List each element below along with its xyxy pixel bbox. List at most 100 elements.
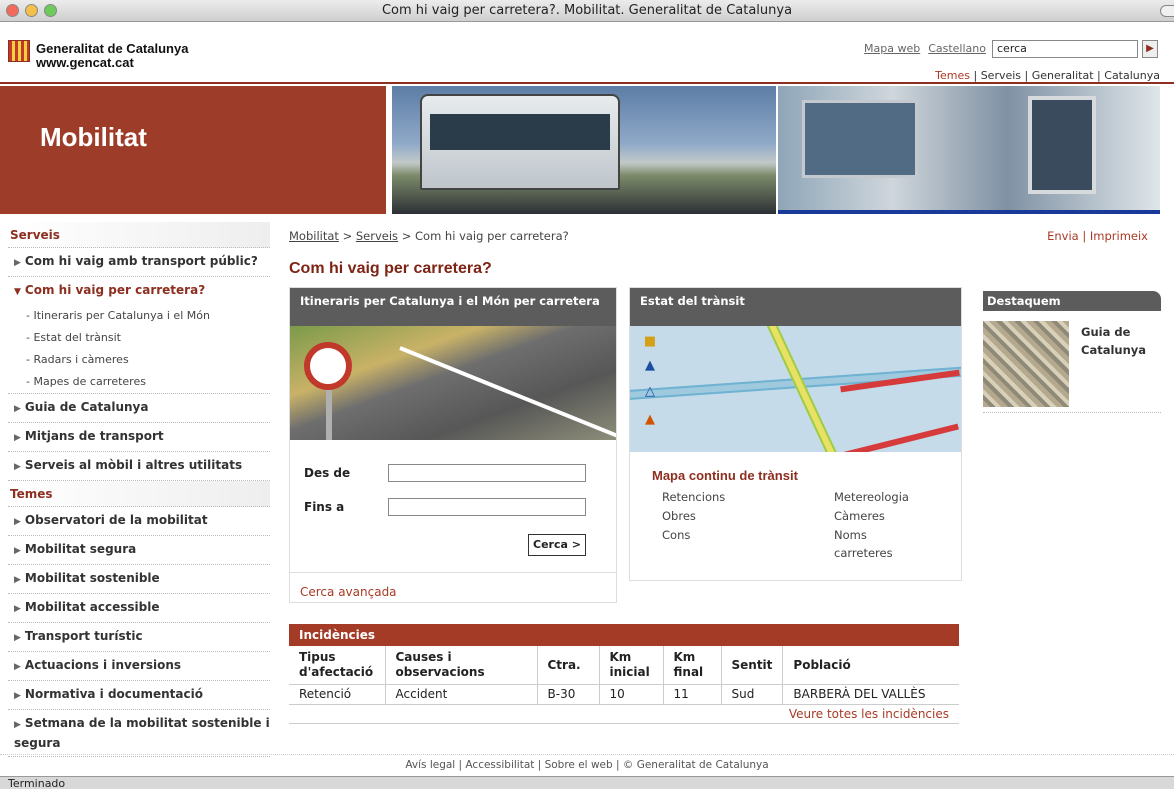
sidebar-item-normativa[interactable]: ▶ Normativa i documentació — [8, 681, 270, 710]
banner-title: Mobilitat — [40, 122, 147, 152]
sidebar-heading-temes[interactable]: Temes — [8, 481, 270, 507]
minimize-window-button[interactable] — [25, 4, 38, 17]
sidebar-item-guia[interactable]: ▶ Guia de Catalunya — [8, 394, 270, 423]
column-header: Ctra. — [537, 646, 600, 685]
des-de-input[interactable] — [388, 464, 586, 482]
search-input[interactable]: cerca — [992, 40, 1138, 58]
sidebar-heading-serveis[interactable]: Serveis — [8, 222, 270, 248]
window-controls — [6, 4, 57, 17]
sidebar-item-actuacions[interactable]: ▶ Actuacions i inversions — [8, 652, 270, 681]
sidebar-item-turistic[interactable]: ▶ Transport turístic — [8, 623, 270, 652]
sidebar-item-segura[interactable]: ▶ Mobilitat segura — [8, 536, 270, 565]
site-nav: Temes | Serveis | Generalitat | Cataluny… — [935, 69, 1160, 82]
sidebar-item-transport-public[interactable]: ▶ Com hi vaig amb transport públic? — [8, 248, 270, 277]
breadcrumb-separator: > — [398, 229, 415, 243]
sidebar-item-mobil[interactable]: ▶ Serveis al mòbil i altres utilitats — [8, 452, 270, 481]
table-cell: Sud — [721, 684, 784, 705]
table-cell: 10 — [599, 684, 664, 705]
table-header-row: Tipus d'afectació Causes i observacions Ct… — [289, 646, 959, 685]
sidebar-subitem-radars[interactable]: - Radars i càmeres — [8, 349, 270, 371]
sidebar-item-sostenible[interactable]: ▶ Mobilitat sostenible — [8, 565, 270, 594]
imprimeix-link[interactable]: Imprimeix — [1090, 229, 1148, 243]
close-window-button[interactable] — [6, 4, 19, 17]
des-de-label: Des de — [304, 466, 351, 480]
banner: Mobilitat — [0, 86, 1174, 216]
sidebar-submenu: - Itineraris per Catalunya i el Món - Es… — [8, 305, 270, 394]
brand[interactable]: Generalitat de Catalunya www.gencat.cat — [36, 42, 188, 70]
sidebar-item-carretera[interactable]: ▼ Com hi vaig per carretera? — [8, 277, 270, 305]
guia-catalunya-item[interactable]: Guia de Catalunya — [983, 311, 1161, 413]
road-stripe — [399, 346, 616, 440]
chevron-right-icon: ▶ — [14, 404, 21, 414]
noms-carreteres-link[interactable]: Noms — [834, 526, 867, 545]
cameres-link[interactable]: Càmeres — [834, 507, 885, 526]
zoom-window-button[interactable] — [44, 4, 57, 17]
breadcrumb-mobilitat[interactable]: Mobilitat — [289, 229, 339, 243]
sidebar-item-label: Mobilitat segura — [24, 542, 137, 556]
cons-link[interactable]: Cons — [662, 526, 690, 545]
sidebar: Serveis ▶ Com hi vaig amb transport públi… — [8, 222, 270, 757]
guia-label-line1: Guia de — [1081, 325, 1131, 339]
castellano-link[interactable]: Castellano — [928, 42, 986, 55]
sidebar-item-label: Com hi vaig amb transport públic? — [24, 254, 258, 268]
sign-pole — [326, 390, 332, 440]
nav-catalunya[interactable]: Catalunya — [1104, 69, 1160, 82]
cerca-avancada-link[interactable]: Cerca avançada — [290, 572, 616, 602]
guia-map-thumbnail[interactable] — [983, 321, 1069, 407]
sidebar-subitem-estat-transit[interactable]: - Estat del trànsit — [8, 327, 270, 349]
column-header: Km final — [663, 646, 722, 685]
sidebar-item-setmana[interactable]: ▶ Setmana de la mobilitat sostenible i se… — [8, 710, 270, 757]
retencions-link[interactable]: Retencions — [662, 488, 725, 507]
breadcrumb: Mobilitat > Serveis > Com hi vaig per ca… — [289, 229, 569, 243]
status-bar: Terminado — [0, 776, 1174, 789]
map-title[interactable]: Mapa continu de trànsit — [652, 468, 798, 483]
cerca-button[interactable]: Cerca > — [528, 534, 586, 556]
no-overtaking-sign-icon — [304, 342, 352, 390]
search-submit-button[interactable]: ▶ — [1142, 40, 1158, 58]
breadcrumb-serveis[interactable]: Serveis — [356, 229, 398, 243]
guia-link[interactable]: Guia de Catalunya — [1081, 323, 1151, 359]
veure-totes-link[interactable]: Veure totes les incidències — [289, 705, 959, 724]
bus-photo — [392, 86, 776, 214]
sidebar-subitem-itineraris[interactable]: - Itineraris per Catalunya i el Món — [8, 305, 270, 327]
table-cell: Retenció — [289, 684, 386, 705]
obres-link[interactable]: Obres — [662, 507, 696, 526]
sidebar-item-label: Mobilitat sostenible — [24, 571, 160, 585]
itineraris-panel: Itineraris per Catalunya i el Món per ca… — [289, 287, 617, 603]
nav-generalitat[interactable]: Generalitat — [1032, 69, 1094, 82]
site-header: Generalitat de Catalunya www.gencat.cat … — [0, 22, 1174, 84]
top-links: Mapa web Castellano — [864, 42, 986, 55]
nav-serveis[interactable]: Serveis — [981, 69, 1021, 82]
transit-heading: Estat del trànsit — [630, 288, 961, 326]
sidebar-item-accessible[interactable]: ▶ Mobilitat accessible — [8, 594, 270, 623]
footer: Avís legal | Accessibilitat | Sobre el w… — [0, 754, 1174, 771]
sidebar-item-mitjans[interactable]: ▶ Mitjans de transport — [8, 423, 270, 452]
mapa-web-link[interactable]: Mapa web — [864, 42, 920, 55]
noms-carreteres-link-line2[interactable]: carreteres — [834, 544, 893, 563]
chevron-right-icon: ▶ — [14, 517, 21, 527]
breadcrumb-separator: > — [338, 229, 356, 243]
window-title: Com hi vaig per carretera?. Mobilitat. G… — [381, 3, 793, 18]
envia-link[interactable]: Envia — [1047, 229, 1079, 243]
sidebar-subitem-mapes[interactable]: - Mapes de carreteres — [8, 371, 270, 394]
generalitat-logo-icon[interactable] — [8, 40, 30, 62]
table-row[interactable]: Retenció Accident B-30 10 11 Sud BARBERÀ… — [289, 684, 959, 705]
chevron-down-icon: ▼ — [14, 287, 21, 297]
column-header: Tipus d'afectació — [289, 646, 386, 685]
fins-a-input[interactable] — [388, 498, 586, 516]
metereologia-link[interactable]: Metereologia — [834, 488, 909, 507]
column-header: Població — [782, 646, 959, 685]
toolbar-toggle-button[interactable] — [1160, 5, 1174, 17]
breadcrumb-current: Com hi vaig per carretera? — [415, 229, 569, 243]
roadworks-icon: △ — [645, 384, 655, 399]
sidebar-item-label: Transport turístic — [24, 629, 143, 643]
sidebar-item-observatori[interactable]: ▶ Observatori de la mobilitat — [8, 507, 270, 536]
column-header: Sentit — [721, 646, 784, 685]
bus-illustration — [420, 94, 620, 190]
nav-temes[interactable]: Temes — [935, 69, 970, 82]
sidebar-item-label: Setmana de la mobilitat sostenible i seg… — [14, 716, 270, 750]
traffic-map[interactable]: ■ ▲ △ ▲ — [630, 326, 961, 452]
weather-icon: ▲ — [645, 358, 655, 373]
sidebar-item-label: Com hi vaig per carretera? — [24, 283, 206, 297]
transit-panel: Estat del trànsit ■ ▲ △ ▲ Mapa continu d… — [629, 287, 962, 581]
